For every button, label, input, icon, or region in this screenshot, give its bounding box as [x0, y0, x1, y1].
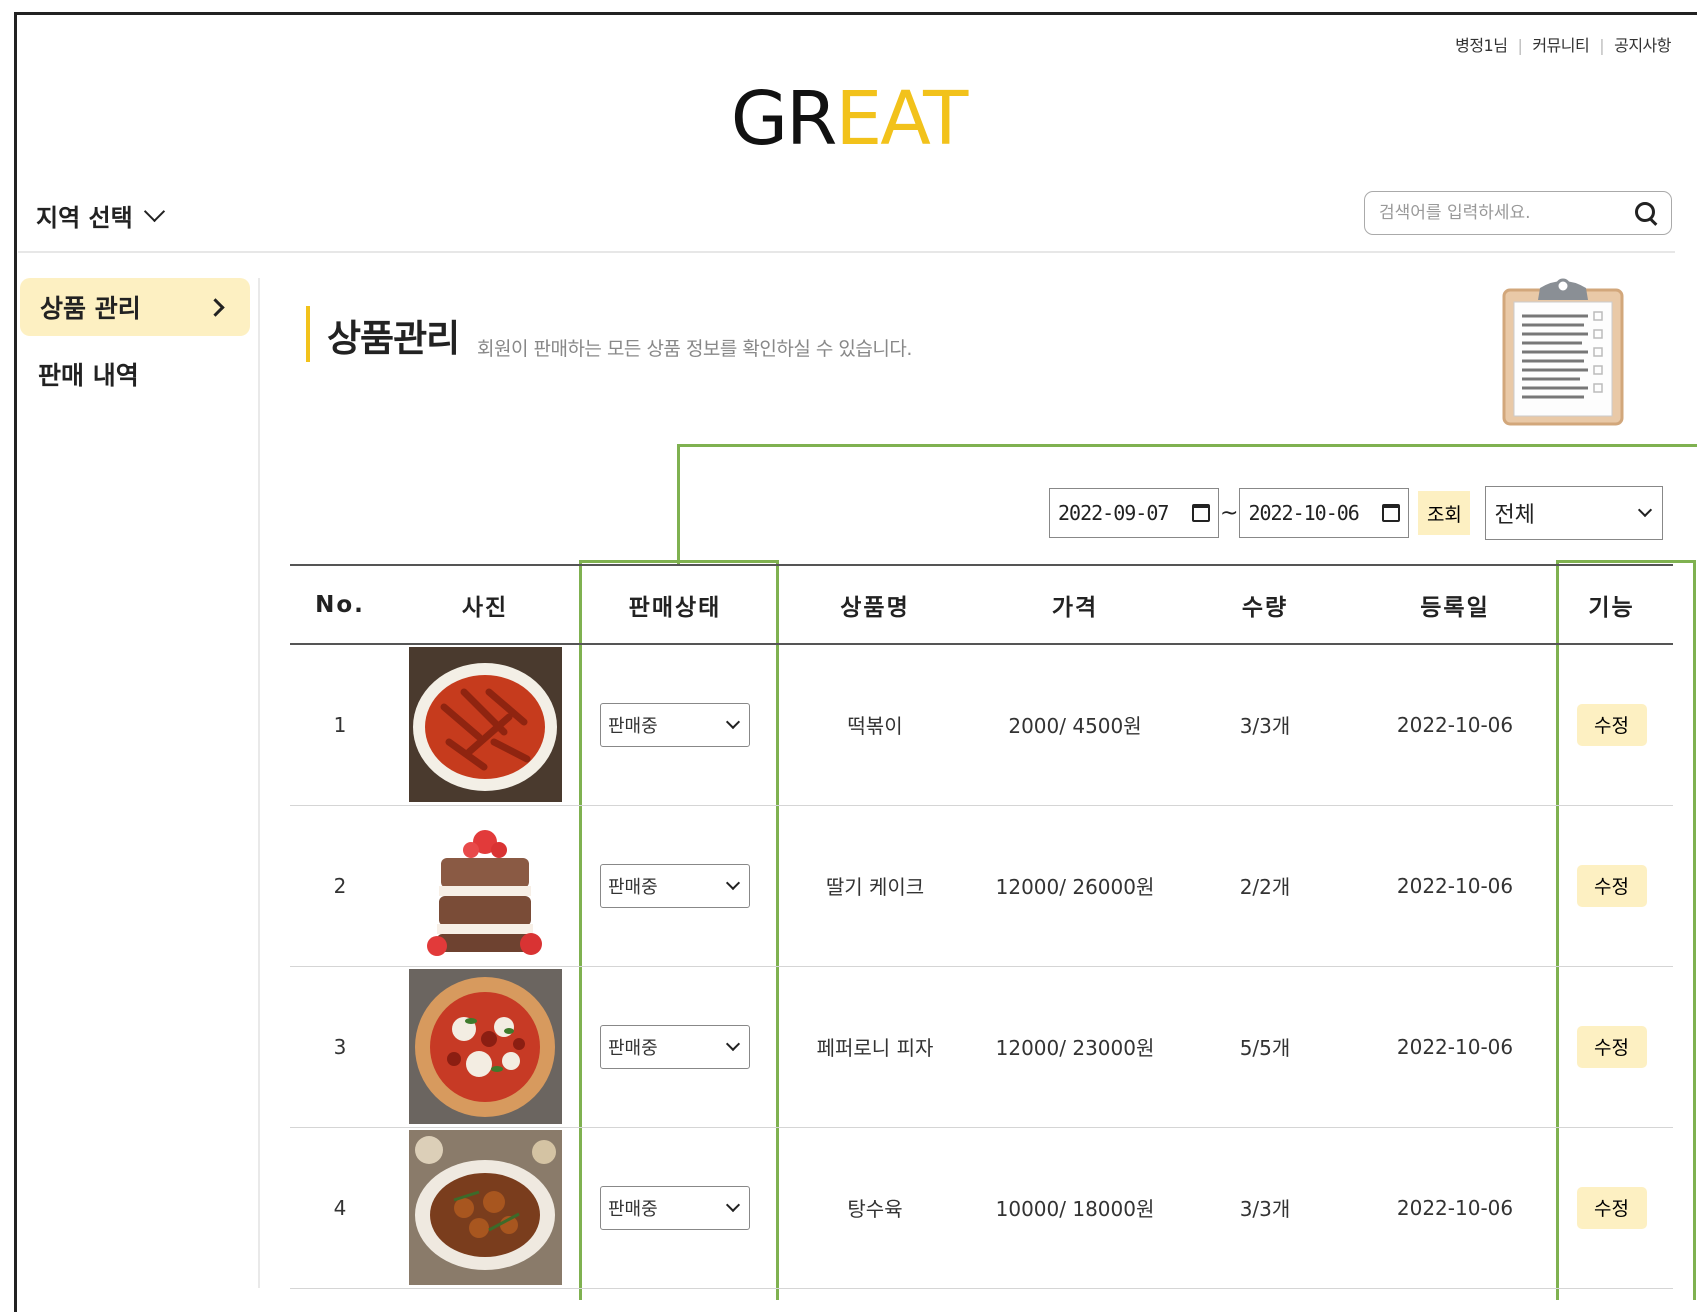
status-select[interactable]: 판매중	[600, 1024, 750, 1069]
chevron-down-icon	[725, 1197, 741, 1212]
column-header-date: 등록일	[1420, 594, 1490, 621]
search-icon[interactable]	[1633, 200, 1659, 226]
top-links: 병정1님 | 커뮤니티 | 공지사항	[1455, 36, 1671, 55]
row-number: 1	[333, 712, 347, 737]
tangsuyuk-photo	[408, 1130, 562, 1285]
product-table: No. 사진 판매상태 상품명 가격 수량 등록일 기능 1 판매중 떡볶이 2…	[290, 564, 1673, 1289]
table-row: 2 판매중 딸기 케이크 12000/ 26000원 2/2개 2022-10-…	[290, 805, 1673, 966]
registration-date: 2022-10-06	[1396, 1034, 1514, 1059]
edit-button[interactable]: 수정	[1576, 1025, 1647, 1068]
table-row: 1 판매중 떡볶이 2000/ 4500원 3/3개 2022-10-06 수정	[290, 644, 1673, 805]
product-name: 떡볶이	[847, 714, 903, 739]
chevron-down-icon	[725, 714, 741, 729]
row-number: 3	[333, 1034, 347, 1059]
user-link[interactable]: 병정1님	[1455, 36, 1508, 55]
search-box	[1364, 191, 1672, 235]
search-input[interactable]	[1377, 202, 1633, 224]
table-row: 4 판매중 탕수육 10000/ 18000원 3/3개 2022-10-06 …	[290, 1127, 1673, 1288]
product-quantity: 5/5개	[1239, 1036, 1291, 1060]
registration-date: 2022-10-06	[1396, 873, 1514, 898]
column-header-photo: 사진	[461, 594, 509, 621]
community-link[interactable]: 커뮤니티	[1532, 36, 1589, 55]
column-header-status: 판매상태	[628, 594, 722, 621]
product-quantity: 2/2개	[1239, 875, 1291, 899]
sidebar-item-label: 상품 관리	[40, 294, 141, 323]
product-quantity: 3/3개	[1239, 714, 1291, 739]
calendar-icon[interactable]	[1192, 504, 1210, 522]
product-name: 페퍼로니 피자	[816, 1036, 934, 1060]
edit-button[interactable]: 수정	[1576, 1186, 1647, 1229]
region-label: 지역 선택	[36, 204, 133, 232]
column-header-action: 기능	[1588, 594, 1635, 621]
product-name: 딸기 케이크	[825, 875, 925, 899]
column-header-name: 상품명	[840, 594, 910, 621]
status-select[interactable]: 판매중	[600, 702, 750, 747]
sidebar-item-sales-history[interactable]: 판매 내역	[38, 356, 139, 392]
start-date-input[interactable]: 2022-09-07	[1049, 488, 1219, 538]
title-accent-bar	[306, 306, 310, 362]
chevron-down-icon	[725, 1036, 741, 1051]
status-select[interactable]: 판매중	[600, 1185, 750, 1230]
pepperoni-pizza-photo	[408, 969, 562, 1124]
product-price: 12000/ 26000원	[995, 875, 1155, 899]
registration-date: 2022-10-06	[1396, 712, 1514, 737]
product-price: 12000/ 23000원	[995, 1036, 1155, 1060]
row-number: 2	[333, 873, 347, 898]
status-select[interactable]: 판매중	[600, 863, 750, 908]
region-select[interactable]: 지역 선택	[36, 198, 165, 233]
edit-button[interactable]: 수정	[1576, 864, 1647, 907]
chevron-right-icon	[206, 297, 225, 317]
filter-bar: 2022-09-07 ~ 2022-10-06 조회 전체	[1049, 486, 1664, 540]
calendar-icon[interactable]	[1382, 504, 1401, 522]
column-header-price: 가격	[1051, 594, 1099, 621]
chevron-down-icon	[725, 875, 741, 890]
clipboard-icon	[1502, 278, 1624, 426]
registration-date: 2022-10-06	[1396, 1195, 1514, 1220]
chevron-down-icon	[143, 200, 165, 223]
sidebar-item-product-management[interactable]: 상품 관리	[20, 278, 250, 336]
table-header-row: No. 사진 판매상태 상품명 가격 수량 등록일 기능	[290, 565, 1673, 644]
notice-link[interactable]: 공지사항	[1614, 36, 1671, 55]
column-header-no: No.	[315, 591, 365, 618]
product-quantity: 3/3개	[1239, 1197, 1291, 1221]
status-filter-select[interactable]: 전체	[1485, 486, 1664, 540]
sidebar-divider	[258, 278, 260, 1288]
page-description: 회원이 판매하는 모든 상품 정보를 확인하실 수 있습니다.	[477, 338, 912, 360]
product-price: 10000/ 18000원	[995, 1197, 1155, 1221]
tteokbokki-photo	[408, 647, 562, 803]
product-price: 2000/ 4500원	[1008, 714, 1142, 739]
table-row: 3 판매중 페퍼로니 피자 12000/ 23000원 5/5개 2022-10…	[290, 966, 1673, 1127]
product-name: 탕수육	[847, 1197, 903, 1221]
date-separator: ~	[1220, 500, 1239, 526]
row-number: 4	[333, 1195, 347, 1220]
column-header-quantity: 수량	[1241, 594, 1289, 621]
header-divider	[18, 251, 1675, 253]
query-button[interactable]: 조회	[1418, 491, 1471, 535]
logo[interactable]: GREAT	[0, 76, 1697, 162]
end-date-input[interactable]: 2022-10-06	[1239, 488, 1410, 538]
strawberry-cake-photo	[408, 808, 562, 963]
edit-button[interactable]: 수정	[1576, 703, 1647, 746]
page-title: 상품관리	[327, 317, 460, 360]
chevron-down-icon	[1638, 502, 1653, 518]
